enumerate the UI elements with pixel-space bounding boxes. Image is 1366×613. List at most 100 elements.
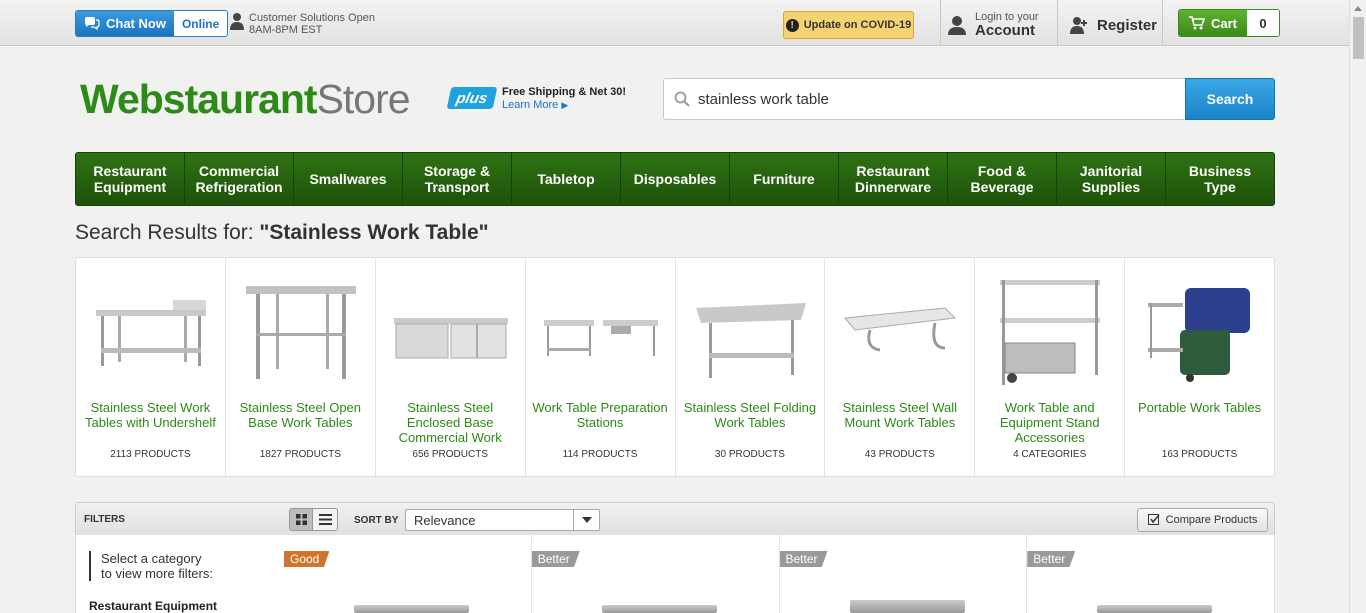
portable-table-image — [1148, 288, 1251, 382]
product-card[interactable]: Better — [531, 535, 780, 613]
open-base-table-image — [245, 286, 356, 379]
register-label: Register — [1097, 16, 1158, 34]
covid-update-button[interactable]: ! Update on COVID-19 — [783, 11, 914, 39]
chevron-right-icon: ▶ — [561, 100, 569, 110]
category-card[interactable]: Work Table and Equipment Stand Accessori… — [975, 258, 1126, 476]
category-count: 2113 PRODUCTS — [110, 449, 191, 460]
account-icon — [948, 16, 966, 35]
search-icon — [674, 91, 690, 107]
category-name: Stainless Steel Work Tables with Undersh… — [85, 400, 216, 430]
divider — [1057, 0, 1058, 46]
category-card[interactable]: Stainless Steel Wall Mount Work Tables 4… — [825, 258, 976, 476]
category-card[interactable]: Stainless Steel Work Tables with Undersh… — [76, 258, 226, 476]
register-link[interactable]: Register — [1069, 16, 1157, 34]
list-icon — [318, 514, 332, 525]
nav-item-furniture[interactable]: Furniture — [730, 153, 839, 205]
learn-more-link[interactable]: Learn More — [502, 99, 558, 111]
category-count: 114 PRODUCTS — [562, 449, 638, 460]
quality-tag: Better — [1027, 551, 1076, 567]
nav-label-line-2: Equipment — [93, 179, 167, 195]
cart-icon — [1189, 16, 1205, 30]
add-user-icon — [1070, 17, 1087, 34]
category-card[interactable]: Work Table Preparation Stations 114 PROD… — [526, 258, 676, 476]
cart-button[interactable]: Cart 0 — [1178, 9, 1281, 37]
results-prefix: Search Results for: — [75, 221, 260, 244]
nav-label-line-1: Storage & — [423, 163, 491, 179]
info-icon: ! — [785, 18, 799, 32]
plus-badge[interactable]: plus — [446, 87, 498, 109]
category-name: Stainless Steel Folding Work Tables — [683, 400, 817, 430]
category-count: 4 CATEGORIES — [1013, 449, 1087, 460]
nav-item-tabletop[interactable]: Tabletop — [512, 153, 621, 205]
nav-label-line-2: Transport — [424, 179, 490, 195]
site-logo[interactable]: WebstaurantStore — [80, 76, 411, 123]
person-icon — [230, 13, 244, 30]
select-category-hint: Select a category to view more filters: — [89, 551, 213, 581]
prep-station-image — [543, 320, 658, 356]
chat-now-segment[interactable]: Chat Now — [76, 11, 174, 36]
nav-item-commercial-refrigeration[interactable]: Commercial Refrigeration — [185, 153, 294, 205]
plus-promo[interactable]: Free Shipping & Net 30! Learn More ▶ — [502, 86, 626, 112]
nav-label-line-2: Supplies — [1081, 179, 1141, 195]
scroll-up-arrow-icon[interactable] — [1354, 6, 1362, 11]
nav-item-janitorial-supplies[interactable]: Janitorial Supplies — [1057, 153, 1166, 205]
grid-view-button[interactable] — [289, 508, 313, 531]
cart-label: Cart — [1211, 15, 1238, 31]
cart-segment[interactable]: Cart — [1179, 10, 1248, 36]
login-big-label: Account — [975, 22, 1035, 39]
nav-item-restaurant-equipment[interactable]: Restaurant Equipment — [76, 153, 185, 205]
search-value: stainless work table — [698, 90, 829, 108]
nav-item-disposables[interactable]: Disposables — [621, 153, 730, 205]
nav-label-line-1: Commercial — [198, 163, 280, 179]
cart-count: 0 — [1247, 10, 1280, 36]
category-name: Stainless Steel Enclosed Base Commercial… — [398, 400, 502, 445]
grid-icon — [295, 514, 307, 525]
page-scrollbar[interactable] — [1349, 0, 1366, 613]
checkbox-icon — [1147, 514, 1160, 525]
product-card[interactable]: Good — [284, 535, 532, 613]
product-grid: Good Better Better Better — [284, 535, 1275, 613]
nav-label-line-1: Food & — [977, 163, 1027, 179]
category-card[interactable]: Stainless Steel Folding Work Tables 30 P… — [676, 258, 826, 476]
nav-item-restaurant-dinnerware[interactable]: Restaurant Dinnerware — [839, 153, 948, 205]
nav-item-storage-transport[interactable]: Storage & Transport — [403, 153, 512, 205]
logo-part-1: Webstaurant — [80, 76, 318, 122]
product-card[interactable]: Better — [1027, 535, 1274, 613]
wall-mount-table-image — [844, 307, 957, 352]
nav-item-smallwares[interactable]: Smallwares — [294, 153, 403, 205]
chat-now-button[interactable]: Chat Now Online — [75, 10, 229, 37]
hint-line-2: to view more filters: — [101, 566, 213, 581]
nav-label: Tabletop — [537, 171, 595, 187]
category-count: 43 PRODUCTS — [864, 449, 935, 460]
category-count: 30 PRODUCTS — [714, 449, 785, 460]
plus-line-1: Free Shipping & Net 30! — [502, 86, 627, 98]
nav-label-line-2: Beverage — [970, 179, 1034, 195]
hint-line-1: Select a category — [101, 551, 202, 566]
results-query: "Stainless Work Table" — [259, 221, 489, 244]
nav-label-line-2: Dinnerware — [854, 179, 932, 195]
list-view-button[interactable] — [313, 508, 338, 531]
search-input[interactable]: stainless work table — [663, 78, 1186, 120]
divider — [1162, 0, 1163, 46]
compare-products-button[interactable]: Compare Products — [1137, 508, 1268, 532]
filter-category-restaurant-equipment[interactable]: Restaurant Equipment — [89, 599, 217, 613]
equipment-stand-image — [1000, 280, 1101, 385]
chevron-down-icon — [573, 510, 599, 530]
category-count: 163 PRODUCTS — [1161, 449, 1238, 460]
category-card[interactable]: Stainless Steel Enclosed Base Commercial… — [376, 258, 526, 476]
search-button[interactable]: Search — [1185, 78, 1275, 120]
nav-label-line-2: Refrigeration — [195, 179, 283, 195]
sort-select[interactable]: Relevance — [405, 509, 600, 531]
page-title: Search Results for: "Stainless Work Tabl… — [75, 221, 489, 245]
category-name: Portable Work Tables — [1138, 400, 1262, 415]
scroll-thumb[interactable] — [1353, 17, 1364, 59]
login-account-link[interactable]: Login to your Account — [947, 11, 1039, 39]
category-card[interactable]: Stainless Steel Open Base Work Tables 18… — [226, 258, 376, 476]
nav-label-line-1: Business — [1188, 163, 1252, 179]
category-card[interactable]: Portable Work Tables 163 PRODUCTS — [1125, 258, 1274, 476]
sort-value: Relevance — [414, 512, 476, 528]
nav-item-business-type[interactable]: Business Type — [1166, 153, 1274, 205]
product-card[interactable]: Better — [779, 535, 1028, 613]
top-bar: Chat Now Online Customer Solutions Open … — [0, 0, 1349, 46]
nav-item-food-beverage[interactable]: Food & Beverage — [948, 153, 1057, 205]
